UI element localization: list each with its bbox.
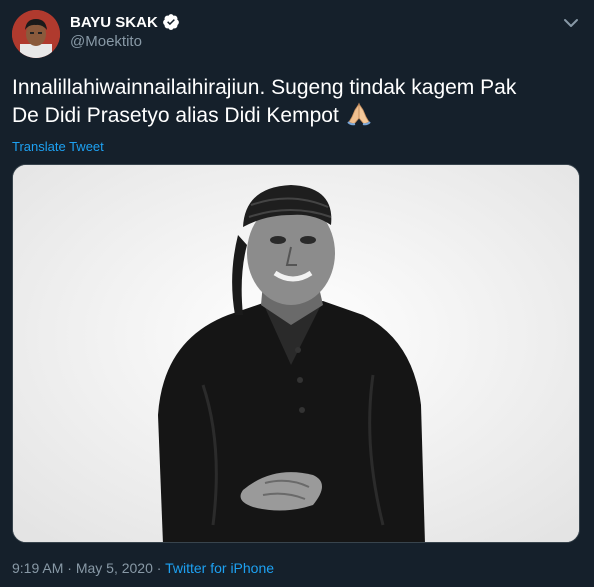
tweet-text-line1: Innalillahiwainnailaihirajiun. Sugeng ti… [12,76,517,99]
author-handle[interactable]: @Moektito [70,33,142,50]
translate-tweet-link[interactable]: Translate Tweet [12,139,104,154]
tweet-meta: 9:19 AM · May 5, 2020 · Twitter for iPho… [12,560,274,576]
author-avatar[interactable] [12,10,60,58]
tweet-source-link[interactable]: Twitter for iPhone [165,560,274,576]
tweet-date[interactable]: May 5, 2020 [76,560,153,576]
chevron-down-icon[interactable] [562,14,580,32]
meta-separator-2: · [156,560,162,576]
author-name-row: BAYU SKAK [70,13,180,31]
verified-badge-icon [162,13,180,31]
portrait-photo-image [13,165,579,542]
avatar-image [12,10,60,58]
tweet-time[interactable]: 9:19 AM [12,560,63,576]
meta-separator: · [67,560,72,576]
tweet-text-line2: De Didi Prasetyo alias Didi Kempot [12,104,339,127]
tweet-card: BAYU SKAK @Moektito Innalillahiwainnaila… [0,0,594,587]
tweet-text: Innalillahiwainnailaihirajiun. Sugeng ti… [12,74,572,130]
folded-hands-icon [345,102,373,126]
author-display-name[interactable]: BAYU SKAK [70,14,158,31]
tweet-photo[interactable] [12,164,580,543]
